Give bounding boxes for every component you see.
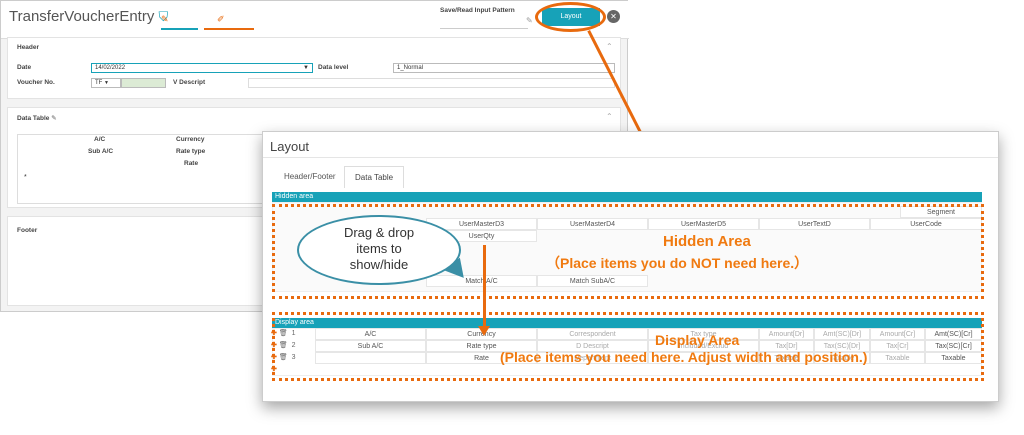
footer-section-title: Footer bbox=[17, 227, 38, 234]
tab-header-footer[interactable]: Header/Footer bbox=[276, 166, 344, 187]
vdesc-label: V Descript bbox=[173, 79, 206, 86]
title-bar: TransferVoucherEntry ⛉ ✎ ✐ Save/Read Inp… bbox=[1, 1, 629, 39]
annotation-arrowhead bbox=[478, 326, 490, 336]
col-header-ratetype: Rate type bbox=[176, 148, 206, 155]
divider bbox=[263, 157, 998, 158]
data-table-title-text: Data Table bbox=[17, 115, 50, 122]
row-marker: * bbox=[24, 174, 27, 181]
display-area-annotation-title: Display Area bbox=[655, 332, 740, 348]
date-label: Date bbox=[17, 64, 32, 71]
data-level-field[interactable]: 1_Normal bbox=[393, 63, 615, 73]
hidden-area-annotation-sub: （Place items you do NOT need here.） bbox=[546, 255, 809, 271]
col-header-ac: A/C bbox=[94, 136, 106, 143]
chevron-down-icon: ▼ bbox=[303, 65, 309, 71]
pencil-icon[interactable]: ✎ bbox=[161, 14, 169, 25]
header-card: Header ⌃ Date 14/02/2022 ▼ Data level 1_N… bbox=[7, 37, 621, 99]
vdesc-input[interactable] bbox=[248, 78, 615, 88]
dialog-title: Layout bbox=[270, 139, 310, 154]
chevron-down-icon: ▼ bbox=[104, 80, 109, 86]
tab-underline bbox=[204, 28, 254, 30]
data-table-section-title: Data Table ✎ bbox=[17, 114, 57, 122]
close-icon[interactable]: ✕ bbox=[607, 10, 620, 23]
hidden-area-bar: Hidden area bbox=[272, 192, 982, 202]
save-read-label: Save/Read Input Pattern bbox=[440, 7, 515, 14]
paperclip-icon[interactable]: ✐ bbox=[217, 14, 225, 25]
pencil-icon[interactable]: ✎ bbox=[526, 16, 533, 25]
voucher-label: Voucher No. bbox=[17, 79, 55, 86]
chevron-up-icon[interactable]: ⌃ bbox=[606, 42, 613, 51]
data-level-label: Data level bbox=[318, 64, 349, 71]
header-section-title: Header bbox=[17, 44, 40, 51]
chevron-up-icon[interactable]: ⌃ bbox=[606, 112, 613, 121]
date-value: 14/02/2022 bbox=[95, 65, 126, 71]
voucher-prefix-value: TF bbox=[95, 80, 103, 86]
save-read-input[interactable] bbox=[440, 16, 528, 29]
pencil-icon[interactable]: ✎ bbox=[51, 115, 56, 122]
tab-data-table[interactable]: Data Table bbox=[344, 166, 405, 188]
display-area-annotation-sub: (Place items you need here. Adjust width… bbox=[500, 349, 868, 365]
annotation-arrow bbox=[483, 245, 486, 330]
col-header-rate: Rate bbox=[184, 160, 199, 167]
voucher-prefix-select[interactable]: TF ▼ bbox=[91, 78, 121, 88]
callout-text: Drag & drop items to show/hide bbox=[343, 225, 415, 272]
voucher-number-input[interactable] bbox=[121, 78, 166, 88]
col-header-subac: Sub A/C bbox=[88, 148, 114, 155]
col-header-currency: Currency bbox=[176, 136, 205, 143]
date-field[interactable]: 14/02/2022 ▼ bbox=[91, 63, 313, 73]
highlight-ellipse bbox=[535, 2, 606, 32]
page-title: TransferVoucherEntry ⛉ bbox=[9, 8, 169, 25]
hidden-area-annotation-title: Hidden Area bbox=[663, 233, 751, 250]
display-area-outline bbox=[272, 312, 984, 381]
tab-underline-active bbox=[161, 28, 198, 30]
